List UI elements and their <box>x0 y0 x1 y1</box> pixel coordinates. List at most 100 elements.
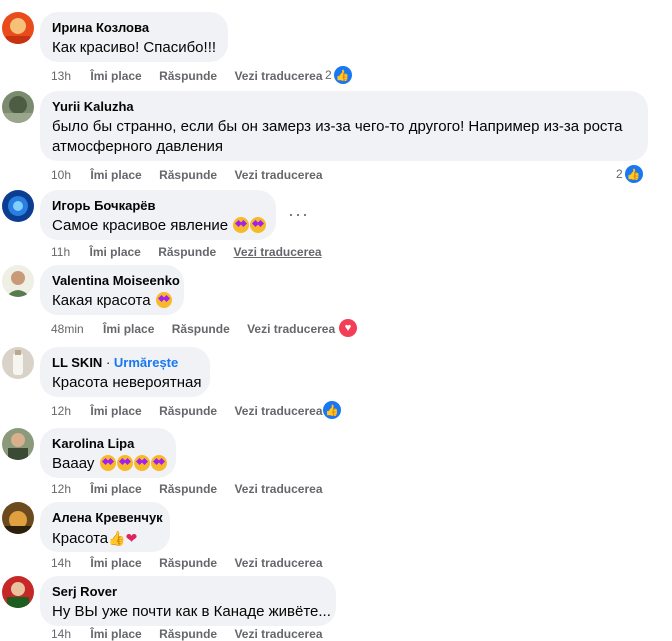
comment-text-content: Какая красота <box>52 292 151 309</box>
more-options-icon[interactable]: ··· <box>288 204 309 225</box>
comment-author-row: LL SKIN · Urmărește <box>52 355 198 371</box>
reaction-number: 2 <box>616 167 623 181</box>
reply-button[interactable]: Răspunde <box>159 556 217 570</box>
like-button[interactable]: Îmi place <box>90 168 141 182</box>
star-struck-emoji <box>155 292 172 308</box>
comment-text-line2: атмосферного давления <box>52 138 223 155</box>
reply-button[interactable]: Răspunde <box>159 168 217 182</box>
comment-text: Красота невероятная <box>52 374 202 391</box>
comment-actions: 13h Îmi place Răspunde Vezi traducerea <box>51 69 337 83</box>
comment-time[interactable]: 14h <box>51 556 71 570</box>
translate-link[interactable]: Vezi traducerea <box>234 69 322 83</box>
comment-time[interactable]: 12h <box>51 404 71 418</box>
reply-button[interactable]: Răspunde <box>159 404 217 418</box>
comment-text: Самое красивое явление <box>52 216 267 236</box>
avatar[interactable] <box>2 428 34 460</box>
star-struck-emoji <box>133 455 150 471</box>
love-icon: ♥ <box>339 319 357 337</box>
comment-author[interactable]: Serj Rover <box>52 584 324 600</box>
comment-author[interactable]: Valentina Moiseenko <box>52 273 180 289</box>
comment-author[interactable]: LL SKIN <box>52 355 102 370</box>
reply-button[interactable]: Răspunde <box>159 482 217 496</box>
avatar[interactable] <box>2 502 34 534</box>
like-button[interactable]: Îmi place <box>103 322 154 336</box>
comment-bubble: Yurii Kaluzha было бы странно, если бы о… <box>40 91 648 161</box>
translate-link[interactable]: Vezi traducerea <box>234 245 322 259</box>
follow-button[interactable]: Urmărește <box>114 355 178 370</box>
translate-link[interactable]: Vezi traducerea <box>234 556 322 570</box>
reaction-count[interactable]: ♥ <box>339 319 357 337</box>
comment-time[interactable]: 13h <box>51 69 71 83</box>
comment-time[interactable]: 14h <box>51 627 71 641</box>
translate-link[interactable]: Vezi traducerea <box>234 627 322 641</box>
comment-text: Вааау <box>52 454 167 474</box>
like-button[interactable]: Îmi place <box>90 482 141 496</box>
comment-author[interactable]: Yurii Kaluzha <box>52 99 636 115</box>
comment-time[interactable]: 12h <box>51 482 71 496</box>
comment-text: Красота👍❤ <box>52 528 158 549</box>
comment-author[interactable]: Алена Кревенчук <box>52 510 163 526</box>
avatar[interactable] <box>2 576 34 608</box>
comment-time[interactable]: 48min <box>51 322 84 336</box>
comment-text: Какая красота <box>52 291 172 311</box>
reply-button[interactable]: Răspunde <box>159 69 217 83</box>
like-button[interactable]: Îmi place <box>90 404 141 418</box>
reaction-count[interactable]: 2 👍 <box>325 66 352 84</box>
like-button[interactable]: Îmi place <box>89 245 140 259</box>
comment-text-content: Самое красивое явление <box>52 217 229 234</box>
comment-text-line1: было бы странно, если бы он замерз из-за… <box>52 118 623 135</box>
comment-text: Ну ВЫ уже почти как в Канаде живёте... <box>52 603 331 620</box>
comment-author[interactable]: Karolina Lipa <box>52 436 164 452</box>
comment-bubble: Игорь Бочкарёв Самое красивое явление <box>40 190 276 240</box>
reaction-count[interactable]: 👍 <box>323 401 341 419</box>
reaction-number: 2 <box>325 68 332 82</box>
avatar[interactable] <box>2 265 34 297</box>
translate-link[interactable]: Vezi traducerea <box>234 404 322 418</box>
comment-bubble: LL SKIN · Urmărește Красота невероятная <box>40 347 210 397</box>
like-icon: 👍 <box>323 401 341 419</box>
comment-actions: 12h Îmi place Răspunde Vezi traducerea <box>51 404 337 418</box>
reply-button[interactable]: Răspunde <box>172 322 230 336</box>
comment-text-content: Вааау <box>52 455 95 472</box>
translate-link[interactable]: Vezi traducerea <box>234 168 322 182</box>
like-icon: 👍 <box>624 165 643 183</box>
comment-actions: 11h Îmi place Răspunde Vezi traducerea <box>51 245 336 259</box>
star-struck-emoji <box>233 217 250 233</box>
comment-actions: 48min Îmi place Răspunde Vezi traducerea <box>51 322 349 336</box>
reaction-count[interactable]: 2 👍 <box>616 165 643 183</box>
comment-bubble: Karolina Lipa Вааау <box>40 428 176 478</box>
comment-bubble: Valentina Moiseenko Какая красота <box>40 265 184 315</box>
star-struck-emoji <box>150 455 167 471</box>
heart-icon: ❤ <box>125 530 138 546</box>
comment-time[interactable]: 11h <box>51 245 70 259</box>
comment-author[interactable]: Игорь Бочкарёв <box>52 198 264 214</box>
comment-actions: 10h Îmi place Răspunde Vezi traducerea <box>51 168 337 182</box>
reply-button[interactable]: Răspunde <box>159 627 217 641</box>
thumbs-up-icon: 👍 <box>108 530 126 546</box>
star-struck-emoji <box>250 217 267 233</box>
translate-link[interactable]: Vezi traducerea <box>234 482 322 496</box>
star-struck-emoji <box>116 455 133 471</box>
comment-bubble: Ирина Козлова Как красиво! Спасибо!!! <box>40 12 228 62</box>
reply-button[interactable]: Răspunde <box>158 245 216 259</box>
comment-actions: 14h Îmi place Răspunde Vezi traducerea <box>51 556 337 570</box>
translate-link[interactable]: Vezi traducerea <box>247 322 335 336</box>
avatar[interactable] <box>2 12 34 44</box>
comment-actions: 12h Îmi place Răspunde Vezi traducerea <box>51 482 337 496</box>
like-button[interactable]: Îmi place <box>90 556 141 570</box>
comment-bubble: Serj Rover Ну ВЫ уже почти как в Канаде … <box>40 576 336 626</box>
separator: · <box>105 355 111 370</box>
comment-author[interactable]: Ирина Козлова <box>52 20 216 36</box>
comment-actions: 14h Îmi place Răspunde Vezi traducerea <box>51 627 337 641</box>
like-icon: 👍 <box>333 66 352 84</box>
comment-text-content: Красота <box>52 530 109 547</box>
avatar[interactable] <box>2 190 34 222</box>
avatar[interactable] <box>2 347 34 379</box>
comment-bubble: Алена Кревенчук Красота👍❤ <box>40 502 170 552</box>
comment-text: Как красиво! Спасибо!!! <box>52 39 217 56</box>
like-button[interactable]: Îmi place <box>90 627 141 641</box>
star-struck-emoji <box>99 455 116 471</box>
comment-time[interactable]: 10h <box>51 168 71 182</box>
like-button[interactable]: Îmi place <box>90 69 141 83</box>
avatar[interactable] <box>2 91 34 123</box>
